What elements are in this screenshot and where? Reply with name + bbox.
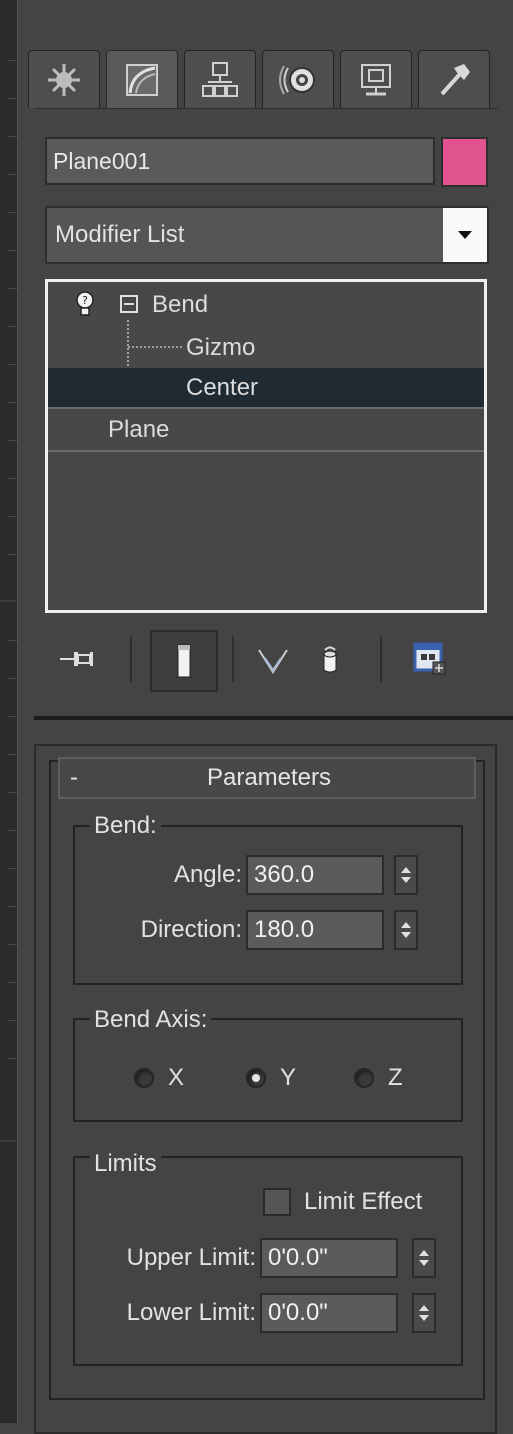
hammer-icon bbox=[440, 63, 470, 95]
radio-dot bbox=[246, 1068, 266, 1088]
stack-item-plane[interactable]: Plane bbox=[48, 410, 484, 449]
collapse-icon[interactable] bbox=[120, 295, 138, 313]
viewport-edge bbox=[0, 0, 18, 1423]
stack-item-label: Center bbox=[186, 374, 259, 401]
radio-axis-y[interactable]: Y bbox=[246, 1064, 296, 1092]
radio-axis-x[interactable]: X bbox=[134, 1064, 184, 1092]
tab-display[interactable] bbox=[340, 50, 412, 108]
tab-create[interactable] bbox=[28, 50, 100, 108]
trash-icon bbox=[323, 646, 337, 673]
tab-hierarchy[interactable] bbox=[184, 50, 256, 108]
angle-label: Angle: bbox=[173, 861, 242, 888]
display-icon bbox=[361, 63, 391, 95]
show-end-result-button[interactable] bbox=[150, 630, 218, 692]
stack-item-center[interactable]: Center bbox=[48, 368, 484, 407]
upper-limit-input[interactable]: 0'0.0" bbox=[260, 1238, 398, 1278]
radio-axis-z[interactable]: Z bbox=[354, 1064, 403, 1092]
modify-icon bbox=[126, 63, 158, 96]
configure-modifier-sets-button[interactable] bbox=[400, 630, 460, 688]
configure-sets-icon bbox=[413, 642, 446, 675]
radio-dot bbox=[354, 1068, 374, 1088]
radio-label: X bbox=[168, 1064, 185, 1091]
modifier-stack[interactable]: ? Bend Gizmo Center Plane bbox=[45, 279, 487, 613]
svg-text:?: ? bbox=[82, 294, 88, 307]
modifier-list-dropdown[interactable]: Modifier List bbox=[45, 206, 489, 264]
radio-dot bbox=[134, 1068, 154, 1088]
direction-input[interactable]: 180.0 bbox=[246, 910, 384, 950]
tab-modify[interactable] bbox=[106, 50, 178, 108]
rollout-title: Parameters bbox=[206, 764, 332, 791]
tab-motion[interactable] bbox=[262, 50, 334, 108]
radio-label: Y bbox=[280, 1064, 297, 1091]
create-icon bbox=[48, 63, 80, 96]
command-panel-tabs bbox=[28, 50, 490, 108]
upper-limit-spinner[interactable] bbox=[412, 1238, 436, 1278]
direction-label: Direction: bbox=[140, 916, 242, 943]
stack-item-label: Bend bbox=[152, 291, 209, 318]
direction-spinner[interactable] bbox=[394, 910, 418, 950]
tab-utilities[interactable] bbox=[418, 50, 490, 108]
remove-modifier-button[interactable] bbox=[310, 630, 350, 688]
pin-icon bbox=[60, 652, 93, 666]
object-color-swatch[interactable] bbox=[441, 137, 488, 187]
end-result-icon bbox=[177, 644, 191, 678]
radio-label: Z bbox=[388, 1064, 403, 1091]
stack-toolbar bbox=[50, 630, 490, 692]
object-name-field[interactable]: Plane001 bbox=[45, 137, 435, 185]
make-unique-icon bbox=[258, 649, 288, 674]
angle-input[interactable]: 360.0 bbox=[246, 855, 384, 895]
stack-item-bend[interactable]: ? Bend bbox=[48, 285, 484, 324]
lower-limit-spinner[interactable] bbox=[412, 1293, 436, 1333]
stack-item-gizmo[interactable]: Gizmo bbox=[48, 328, 484, 367]
motion-icon bbox=[279, 65, 315, 94]
angle-spinner[interactable] bbox=[394, 855, 418, 895]
group-bend bbox=[73, 825, 463, 985]
upper-limit-label: Upper Limit: bbox=[126, 1244, 256, 1271]
lightbulb-icon[interactable]: ? bbox=[76, 291, 94, 317]
limit-effect-checkbox[interactable] bbox=[263, 1188, 291, 1216]
group-label-bend-axis: Bend Axis: bbox=[90, 1006, 212, 1034]
stack-item-label: Gizmo bbox=[186, 334, 256, 361]
hierarchy-icon bbox=[202, 61, 238, 97]
group-label-limits: Limits bbox=[90, 1150, 161, 1178]
lower-limit-label: Lower Limit: bbox=[126, 1299, 256, 1326]
stack-item-label: Plane bbox=[108, 416, 170, 443]
panel-divider bbox=[34, 716, 513, 720]
pin-stack-button[interactable] bbox=[54, 630, 100, 688]
chevron-down-icon[interactable] bbox=[443, 208, 487, 262]
limit-effect-label: Limit Effect bbox=[304, 1188, 423, 1215]
group-label-bend: Bend: bbox=[90, 812, 161, 840]
make-unique-button[interactable] bbox=[250, 630, 296, 688]
lower-limit-input[interactable]: 0'0.0" bbox=[260, 1293, 398, 1333]
rollout-header-parameters[interactable]: - Parameters bbox=[58, 757, 476, 799]
